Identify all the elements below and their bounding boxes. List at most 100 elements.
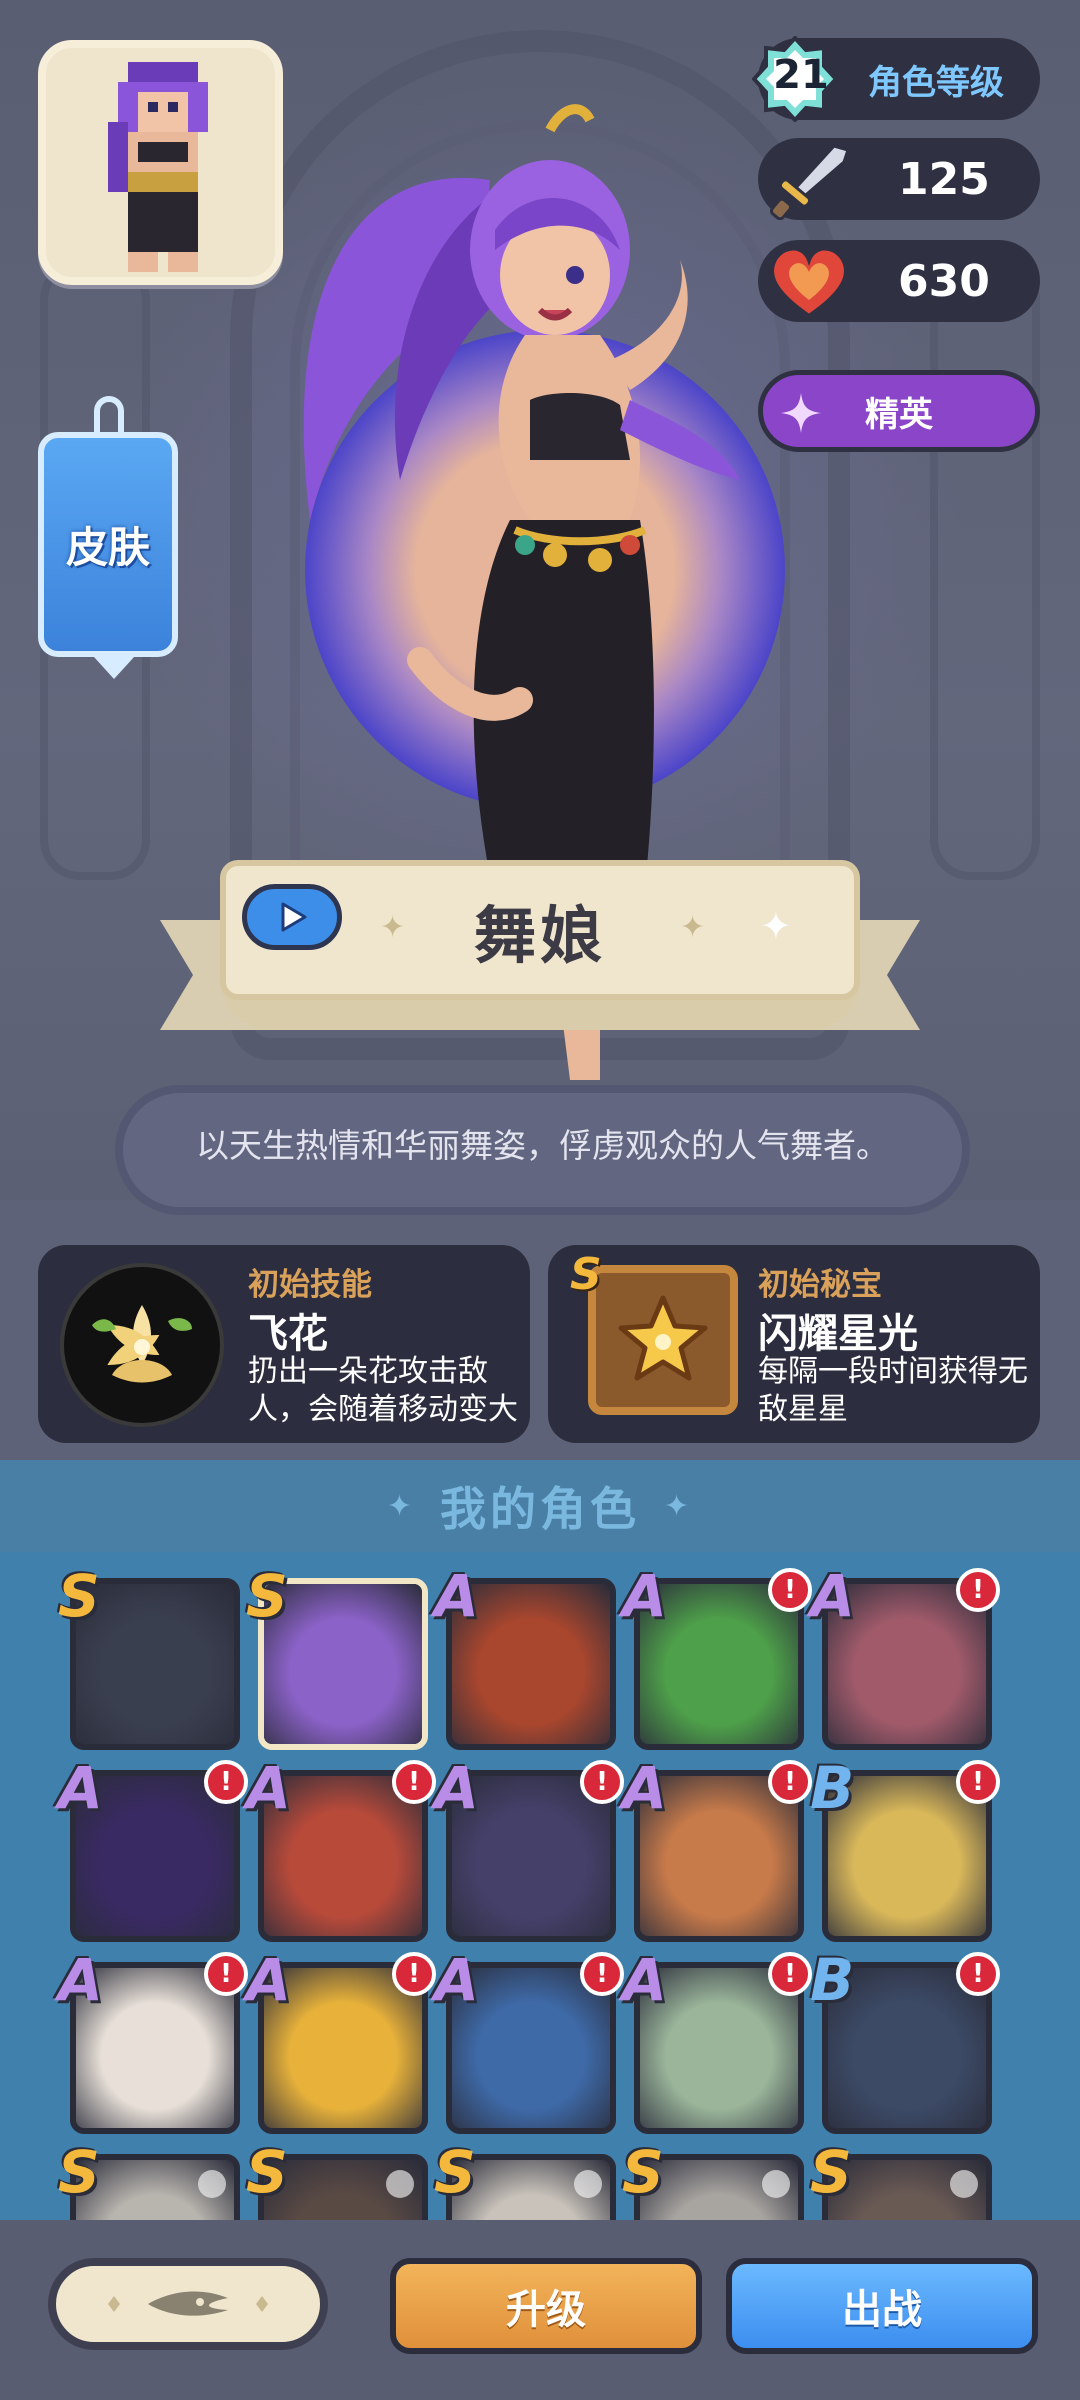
banner-ornament-right: ✦ (680, 910, 706, 945)
skill-description: 扔出一朵花攻击敌人，会随着移动变大 (248, 1354, 518, 1427)
treasure-icon-frame (588, 1265, 738, 1415)
grade-badge: S (246, 2138, 288, 2206)
character-card[interactable]: S (810, 2138, 992, 2220)
skill-subtitle: 初始技能 (248, 1267, 372, 1303)
alert-icon: ! (392, 1760, 436, 1804)
grade-badge: S (58, 2138, 100, 2206)
alert-icon: ! (768, 1568, 812, 1612)
lock-icon (950, 2170, 978, 2198)
hp-pill: 630 (758, 240, 1040, 322)
character-card[interactable]: A! (434, 1946, 624, 2134)
lock-icon (386, 2170, 414, 2198)
hero-description: 以天生热情和华丽舞姿，俘虏观众的人气舞者。 (115, 1085, 970, 1215)
heart-icon (770, 246, 848, 319)
grade-badge: B (810, 1754, 855, 1822)
header-ornament-left-icon: ✦ (386, 1488, 416, 1524)
level-label: 角色等级 (868, 62, 1004, 103)
grade-badge: A (622, 1754, 667, 1822)
character-card[interactable]: A! (622, 1562, 812, 1750)
grade-badge: A (434, 1562, 479, 1630)
tag-tail (94, 657, 134, 679)
level-number: 21 (773, 52, 829, 98)
play-icon (281, 902, 307, 932)
flower-icon (92, 1305, 192, 1383)
pixel-sprite (108, 62, 208, 272)
alert-icon: ! (768, 1760, 812, 1804)
lock-icon (198, 2170, 226, 2198)
character-card[interactable]: A (434, 1562, 616, 1750)
character-card[interactable]: A! (58, 1946, 248, 2134)
initial-treasure-card[interactable]: S 初始秘宝 闪耀星光 每隔一段时间获得无敌星星 (548, 1245, 1040, 1443)
grade-badge: S (246, 1562, 288, 1630)
roster-title: 我的角色 (440, 1482, 640, 1536)
character-card[interactable]: B! (810, 1946, 1000, 2134)
skill-name: 飞花 (248, 1311, 328, 1357)
character-card[interactable]: A! (810, 1562, 1000, 1750)
alert-icon: ! (580, 1952, 624, 1996)
bottom-action-bar: 升级 出战 (0, 2220, 1080, 2400)
character-card[interactable]: S (58, 2138, 240, 2220)
character-card[interactable]: A! (246, 1754, 436, 1942)
grade-badge: A (434, 1946, 479, 2014)
treasure-name: 闪耀星光 (758, 1311, 918, 1357)
alert-icon: ! (956, 1760, 1000, 1804)
character-card[interactable]: B! (810, 1754, 1000, 1942)
alert-icon: ! (580, 1760, 624, 1804)
character-card[interactable]: A! (622, 1946, 812, 2134)
grade-badge: S (622, 2138, 664, 2206)
decor-pillar-right (930, 260, 1040, 880)
character-card[interactable]: A! (246, 1946, 436, 2134)
grade-badge: A (58, 1754, 103, 1822)
back-button[interactable] (48, 2258, 328, 2350)
character-card[interactable]: S (58, 1562, 240, 1750)
character-card[interactable]: A! (58, 1754, 248, 1942)
attack-value: 125 (898, 153, 990, 205)
lock-icon (574, 2170, 602, 2198)
grade-badge: B (810, 1946, 855, 2014)
tag-hook (94, 396, 124, 436)
grade-badge: A (246, 1946, 291, 2014)
name-banner: 舞娘 ✦ ✦ ✦ (160, 860, 920, 1050)
grade-badge: A (810, 1562, 855, 1630)
pixel-portrait[interactable] (38, 40, 283, 285)
treasure-grade-badge: S (570, 1249, 602, 1300)
grade-badge: A (58, 1946, 103, 2014)
skin-label: 皮肤 (65, 523, 150, 572)
treasure-description: 每隔一段时间获得无敌星星 (758, 1354, 1028, 1427)
treasure-subtitle: 初始秘宝 (758, 1267, 882, 1303)
alert-icon: ! (956, 1952, 1000, 1996)
attack-pill: 125 (758, 138, 1040, 220)
initial-skill-card[interactable]: 初始技能 飞花 扔出一朵花攻击敌人，会随着移动变大 (38, 1245, 530, 1443)
skill-icon-frame (60, 1263, 224, 1427)
character-roster: S S A A! A! A! A! A! A! B! A! A! A! A! B! S S S S S (0, 1552, 1080, 2220)
grade-badge: A (622, 1562, 667, 1630)
roster-header: ✦ 我的角色 ✦ (0, 1460, 1080, 1552)
character-card[interactable]: S (434, 2138, 616, 2220)
play-voice-button[interactable] (242, 884, 342, 950)
character-card[interactable]: A! (434, 1754, 624, 1942)
rank-badge: 精英 (758, 370, 1040, 452)
header-ornament-right-icon: ✦ (664, 1488, 694, 1524)
upgrade-button[interactable]: 升级 (390, 2258, 702, 2354)
grade-badge: S (434, 2138, 476, 2206)
alert-icon: ! (204, 1760, 248, 1804)
alert-icon: ! (956, 1568, 1000, 1612)
grade-badge: S (58, 1562, 100, 1630)
banner-ornament-left: ✦ (380, 910, 406, 945)
grade-badge: A (434, 1754, 479, 1822)
character-card[interactable]: A! (622, 1754, 812, 1942)
character-card[interactable]: S (246, 2138, 428, 2220)
grade-badge: A (622, 1946, 667, 2014)
alert-icon: ! (392, 1952, 436, 1996)
grade-badge: S (810, 2138, 852, 2206)
banner-star-icon: ✦ (760, 904, 792, 948)
grade-badge: A (246, 1754, 291, 1822)
level-pill: 21 角色等级 (752, 36, 1040, 122)
skin-button[interactable]: 皮肤 (38, 396, 178, 679)
character-card[interactable]: S (622, 2138, 804, 2220)
sword-icon (769, 144, 850, 220)
deploy-button[interactable]: 出战 (726, 2258, 1038, 2354)
hp-value: 630 (898, 255, 990, 307)
roster-grid: S S A A! A! A! A! A! A! B! A! A! A! A! B! S S S S S (58, 1562, 1005, 2220)
character-card[interactable]: S (246, 1562, 428, 1750)
